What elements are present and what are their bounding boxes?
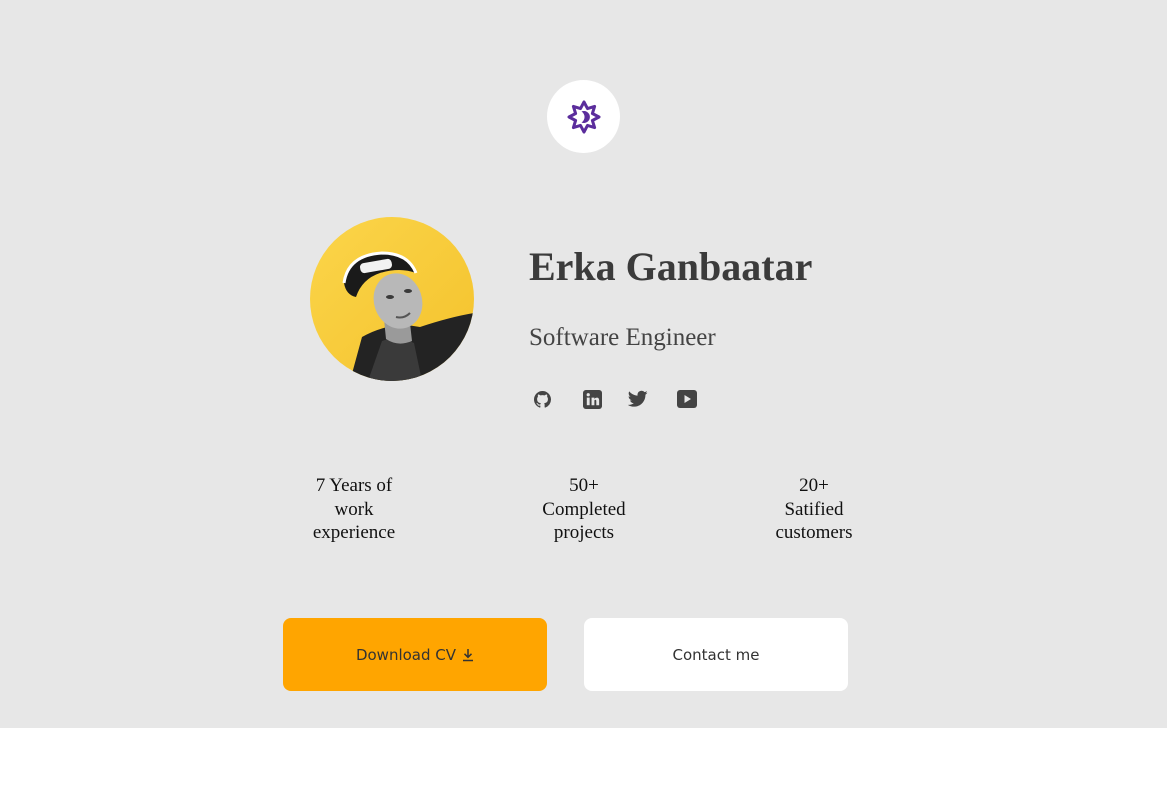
contact-me-button[interactable]: Contact me (584, 618, 848, 691)
contact-me-label: Contact me (672, 645, 760, 664)
stat-line: 50+ (569, 475, 599, 496)
stat-line: Satified (784, 498, 844, 520)
stat-projects: 50+ Completed projects (504, 474, 664, 545)
download-cv-label: Download CV (355, 645, 457, 664)
stat-line: 7 Years of (315, 475, 393, 496)
download-cv-button[interactable]: Download CV (283, 618, 547, 691)
stat-line: work (334, 498, 374, 520)
stat-experience: 7 Years of work experience (274, 474, 434, 545)
stat-customers: 20+ Satified customers (734, 474, 894, 545)
profile-name: Erka Ganbaatar (529, 244, 813, 289)
twitter-icon[interactable] (628, 389, 648, 409)
stat-line: projects (553, 522, 615, 543)
theme-toggle-button[interactable] (547, 80, 620, 153)
stat-line: customers (775, 522, 853, 543)
dark-mode-icon (567, 100, 600, 133)
linkedin-icon[interactable] (582, 389, 602, 409)
stat-line: Completed (542, 498, 626, 520)
stat-line: 20+ (799, 475, 829, 496)
stat-line: experience (312, 522, 396, 543)
download-icon (462, 648, 474, 662)
github-icon[interactable] (532, 389, 552, 409)
hero-section: Erka Ganbaatar Software Engineer 7 Years… (0, 0, 1167, 728)
avatar (310, 217, 474, 381)
profile-title: Software Engineer (529, 324, 716, 351)
youtube-icon[interactable] (677, 389, 697, 409)
